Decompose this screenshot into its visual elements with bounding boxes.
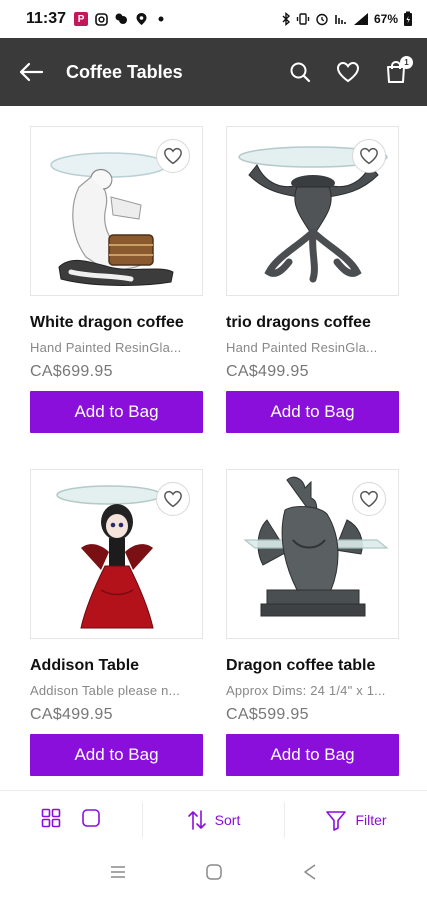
filter-icon <box>326 810 347 831</box>
location-icon <box>134 12 148 26</box>
cart-count-badge: 1 <box>400 56 413 69</box>
alarm-icon <box>316 13 328 26</box>
battery-icon <box>404 11 412 26</box>
app-notification-icon <box>114 12 128 26</box>
back-button[interactable] <box>18 59 44 85</box>
product-name[interactable]: Addison Table <box>30 657 203 675</box>
heart-outline-icon <box>360 147 378 165</box>
heart-icon <box>336 61 360 83</box>
vibrate-icon <box>296 13 310 25</box>
system-back-icon <box>304 863 316 880</box>
bottom-toolbar: Sort Filter <box>0 790 427 848</box>
signal-icon <box>353 13 368 25</box>
p-app-icon: P <box>74 12 89 26</box>
product-price: CA$599.95 <box>226 706 309 723</box>
sort-button[interactable]: Sort <box>142 801 285 838</box>
wishlist-toggle[interactable] <box>352 482 386 516</box>
product-name[interactable]: trio dragons coffee <box>226 314 399 332</box>
grid-view-icon <box>41 808 61 828</box>
dot-icon <box>154 12 168 26</box>
bluetooth-icon <box>282 12 291 26</box>
product-price: CA$499.95 <box>226 363 309 380</box>
add-to-bag-button[interactable]: Add to Bag <box>226 391 399 433</box>
view-toggle <box>0 791 142 848</box>
system-status: 67% <box>281 11 413 27</box>
add-to-bag-button[interactable]: Add to Bag <box>30 391 203 433</box>
filter-button[interactable]: Filter <box>285 791 427 848</box>
back-arrow-icon <box>19 62 44 82</box>
system-back-button[interactable] <box>302 863 318 886</box>
product-card[interactable]: Dragon coffee table Approx Dims: 24 1/4"… <box>226 469 399 776</box>
search-icon <box>290 62 311 83</box>
single-view-icon <box>82 809 100 827</box>
product-description: Hand Painted ResinGla... <box>30 340 182 355</box>
heart-outline-icon <box>164 490 182 508</box>
product-description: Addison Table please n... <box>30 683 181 698</box>
heart-outline-icon <box>164 147 182 165</box>
sort-label: Sort <box>214 811 241 828</box>
wifi-calling-icon <box>335 15 346 24</box>
app-bar: Coffee Tables 1 <box>0 38 427 106</box>
add-to-bag-button[interactable]: Add to Bag <box>30 734 203 776</box>
heart-outline-icon <box>360 490 378 508</box>
home-icon <box>206 863 223 880</box>
app-bar-actions: 1 <box>287 56 413 85</box>
sort-icon <box>187 809 206 830</box>
product-description: Hand Painted ResinGla... <box>226 340 378 355</box>
search-button[interactable] <box>287 59 313 85</box>
product-image[interactable] <box>30 469 203 639</box>
page-title: Coffee Tables <box>66 61 183 82</box>
cart-button[interactable]: 1 <box>383 56 413 85</box>
product-image[interactable] <box>30 126 203 296</box>
wishlist-toggle[interactable] <box>352 139 386 173</box>
wishlist-toggle[interactable] <box>156 482 190 516</box>
add-to-bag-button[interactable]: Add to Bag <box>226 734 399 776</box>
single-view-button[interactable] <box>81 808 101 831</box>
status-time: 11:37 <box>26 10 67 27</box>
status-bar: 11:37 P 67% <box>0 0 427 38</box>
instagram-icon <box>94 12 108 26</box>
battery-percent: 67% <box>373 12 398 26</box>
product-card[interactable]: Addison Table Addison Table please n... … <box>30 469 203 776</box>
wishlist-toggle[interactable] <box>156 139 190 173</box>
system-navigation <box>0 848 427 900</box>
product-image[interactable] <box>226 469 399 639</box>
recent-apps-button[interactable] <box>109 864 127 885</box>
product-name[interactable]: Dragon coffee table <box>226 657 399 675</box>
product-image[interactable] <box>226 126 399 296</box>
product-name[interactable]: White dragon coffee <box>30 314 203 332</box>
product-description: Approx Dims: 24 1/4" x 1... <box>226 683 386 698</box>
product-card[interactable]: White dragon coffee Hand Painted ResinGl… <box>30 126 203 433</box>
wishlist-button[interactable] <box>335 59 361 85</box>
filter-label: Filter <box>355 811 387 828</box>
grid-view-button[interactable] <box>41 808 61 831</box>
product-price: CA$699.95 <box>30 363 113 380</box>
product-price: CA$499.95 <box>30 706 113 723</box>
recent-apps-icon <box>111 865 126 878</box>
home-button[interactable] <box>205 863 223 886</box>
product-card[interactable]: trio dragons coffee Hand Painted ResinGl… <box>226 126 399 433</box>
notification-icons: P <box>74 12 168 26</box>
